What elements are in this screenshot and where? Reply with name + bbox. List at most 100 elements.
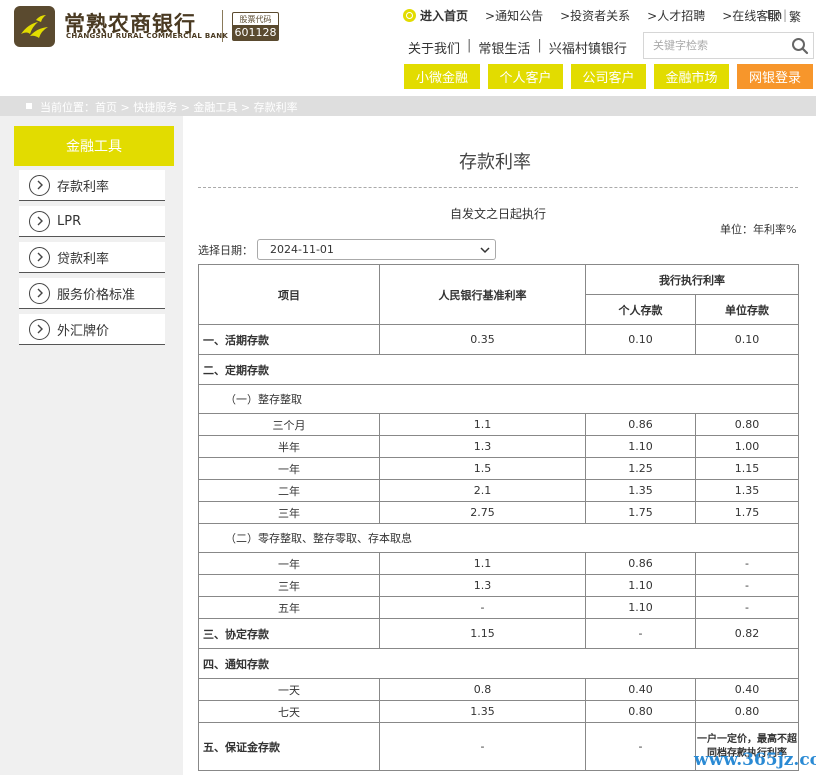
site-header: 常熟农商银行 CHANGSHU RURAL COMMERCIAL BANK 股票… bbox=[0, 0, 816, 96]
date-select-value: 2024-11-01 bbox=[270, 243, 334, 256]
nav-online-banking-login[interactable]: 网银登录 bbox=[737, 64, 813, 89]
cell-personal-rate: 0.80 bbox=[585, 700, 696, 723]
sidebar-item-service-price[interactable]: 服务价格标准 bbox=[19, 278, 165, 309]
mid-links: 关于我们 | 常银生活 | 兴福村镇银行 bbox=[408, 38, 627, 57]
cell-corporate-rate: 0.10 bbox=[695, 324, 799, 355]
cell-personal-rate: - bbox=[585, 722, 696, 771]
search-input[interactable] bbox=[644, 33, 789, 58]
cell-corporate-rate: 1.75 bbox=[695, 501, 799, 524]
sidebar-item-label: 贷款利率 bbox=[57, 251, 110, 267]
row-item: 三个月 bbox=[198, 413, 380, 436]
row-item: 二年 bbox=[198, 479, 380, 502]
row-item: 三、协定存款 bbox=[198, 618, 380, 649]
table-row: 三年 2.75 1.75 1.75 bbox=[198, 501, 799, 524]
sidebar-item-fx-rate[interactable]: 外汇牌价 bbox=[19, 314, 165, 345]
bank-logo[interactable] bbox=[14, 6, 55, 47]
nav-small-business[interactable]: 小微金融 bbox=[404, 64, 480, 89]
cell-personal-rate: 1.75 bbox=[585, 501, 696, 524]
lang-separator: | bbox=[783, 8, 788, 22]
row-section-label: （一）整存整取 bbox=[198, 384, 799, 414]
link-separator: | bbox=[537, 38, 542, 53]
table-row: （一）整存整取 bbox=[198, 384, 799, 414]
table-row: 一年 1.5 1.25 1.15 bbox=[198, 457, 799, 480]
row-section-label: （二）零存整取、整存零取、存本取息 bbox=[198, 523, 799, 553]
logo-divider bbox=[222, 10, 223, 42]
cell-corporate-rate: 1.00 bbox=[695, 435, 799, 458]
table-row: 三个月 1.1 0.86 0.80 bbox=[198, 413, 799, 436]
top-links: 进入首页 >通知公告 >投资者关系 >人才招聘 >在线客服 bbox=[403, 7, 797, 23]
date-select[interactable]: 2024-11-01 bbox=[257, 239, 496, 260]
table-row: 四、通知存款 bbox=[198, 648, 799, 679]
top-link-notice[interactable]: >通知公告 bbox=[485, 7, 543, 24]
cell-personal-rate: 1.35 bbox=[585, 479, 696, 502]
breadcrumb: 当前位置：首页 > 快捷服务 > 金融工具 > 存款利率 bbox=[0, 96, 816, 116]
row-item: 一天 bbox=[198, 678, 380, 701]
site-watermark: www.365jz.com bbox=[694, 750, 816, 770]
row-item: 五、保证金存款 bbox=[198, 722, 380, 771]
row-item: 一、活期存款 bbox=[198, 324, 380, 355]
search-icon[interactable] bbox=[791, 37, 809, 55]
row-item: 一年 bbox=[198, 457, 380, 480]
page-title: 存款利率 bbox=[459, 152, 531, 173]
sidebar-item-loan-rate[interactable]: 贷款利率 bbox=[19, 242, 165, 273]
cell-pboc-rate: 0.8 bbox=[379, 678, 586, 701]
cell-corporate-rate: - bbox=[695, 596, 799, 619]
cell-personal-rate: 0.10 bbox=[585, 324, 696, 355]
nav-financial-market[interactable]: 金融市场 bbox=[654, 64, 729, 89]
header-item: 项目 bbox=[198, 264, 380, 325]
sidebar-title: 金融工具 bbox=[14, 126, 174, 166]
chevron-down-icon bbox=[480, 247, 490, 254]
lang-english[interactable]: En bbox=[767, 8, 782, 22]
cell-corporate-rate: - bbox=[695, 574, 799, 597]
header-our-rate: 我行执行利率 bbox=[585, 264, 799, 295]
chevron-right-icon bbox=[29, 210, 50, 232]
cell-personal-rate: - bbox=[585, 618, 696, 649]
nav-personal[interactable]: 个人客户 bbox=[488, 64, 563, 89]
cell-pboc-rate: 1.5 bbox=[379, 457, 586, 480]
chevron-right-icon bbox=[29, 246, 50, 268]
cell-personal-rate: 1.10 bbox=[585, 435, 696, 458]
cell-personal-rate: 1.10 bbox=[585, 596, 696, 619]
row-item: 一年 bbox=[198, 552, 380, 575]
title-divider bbox=[198, 187, 798, 188]
cell-pboc-rate: - bbox=[379, 596, 586, 619]
sidebar-item-deposit-rate[interactable]: 存款利率 bbox=[19, 170, 165, 201]
row-section-label: 二、定期存款 bbox=[198, 354, 799, 385]
bank-name-en: CHANGSHU RURAL COMMERCIAL BANK bbox=[66, 32, 229, 40]
sidebar-item-lpr[interactable]: LPR bbox=[19, 206, 165, 237]
home-icon bbox=[403, 8, 416, 22]
nav-corporate[interactable]: 公司客户 bbox=[571, 64, 646, 89]
link-life[interactable]: 常银生活 bbox=[478, 38, 530, 57]
table-row: 三、协定存款 1.15-0.82 bbox=[198, 618, 799, 649]
cell-pboc-rate: 1.3 bbox=[379, 435, 586, 458]
cell-pboc-rate: 0.35 bbox=[379, 324, 586, 355]
row-item: 三年 bbox=[198, 574, 380, 597]
top-link-investor[interactable]: >投资者关系 bbox=[560, 7, 630, 24]
table-row: 七天 1.35 0.80 0.80 bbox=[198, 700, 799, 723]
top-link-home-label: 进入首页 bbox=[420, 8, 469, 23]
header-corporate: 单位存款 bbox=[695, 294, 799, 325]
top-link-careers[interactable]: >人才招聘 bbox=[647, 7, 705, 24]
header-pboc-rate: 人民银行基准利率 bbox=[379, 264, 586, 325]
link-village-bank[interactable]: 兴福村镇银行 bbox=[549, 38, 627, 57]
lang-traditional[interactable]: 繁 bbox=[789, 8, 801, 25]
sidebar-item-label: LPR bbox=[57, 213, 82, 229]
header-personal: 个人存款 bbox=[585, 294, 696, 325]
swallow-logo-icon bbox=[20, 14, 48, 38]
date-label: 选择日期： bbox=[198, 244, 253, 257]
stock-code: 601128 bbox=[233, 25, 278, 40]
stock-code-box: 股票代码 601128 bbox=[232, 12, 279, 41]
table-row: 一天 0.8 0.40 0.40 bbox=[198, 678, 799, 701]
top-link-home[interactable]: 进入首页 bbox=[403, 7, 468, 24]
table-row: 半年 1.3 1.10 1.00 bbox=[198, 435, 799, 458]
row-item: 七天 bbox=[198, 700, 380, 723]
cell-personal-rate: 0.86 bbox=[585, 413, 696, 436]
breadcrumb-text[interactable]: 当前位置：首页 > 快捷服务 > 金融工具 > 存款利率 bbox=[40, 99, 298, 115]
table-row: 二年 2.1 1.35 1.35 bbox=[198, 479, 799, 502]
row-section-label: 四、通知存款 bbox=[198, 648, 799, 679]
link-about[interactable]: 关于我们 bbox=[408, 38, 460, 57]
cell-corporate-rate: 0.40 bbox=[695, 678, 799, 701]
sidebar-item-label: 服务价格标准 bbox=[57, 287, 136, 303]
effective-note: 自发文之日起执行 bbox=[450, 207, 547, 221]
cell-pboc-rate: 1.15 bbox=[379, 618, 586, 649]
